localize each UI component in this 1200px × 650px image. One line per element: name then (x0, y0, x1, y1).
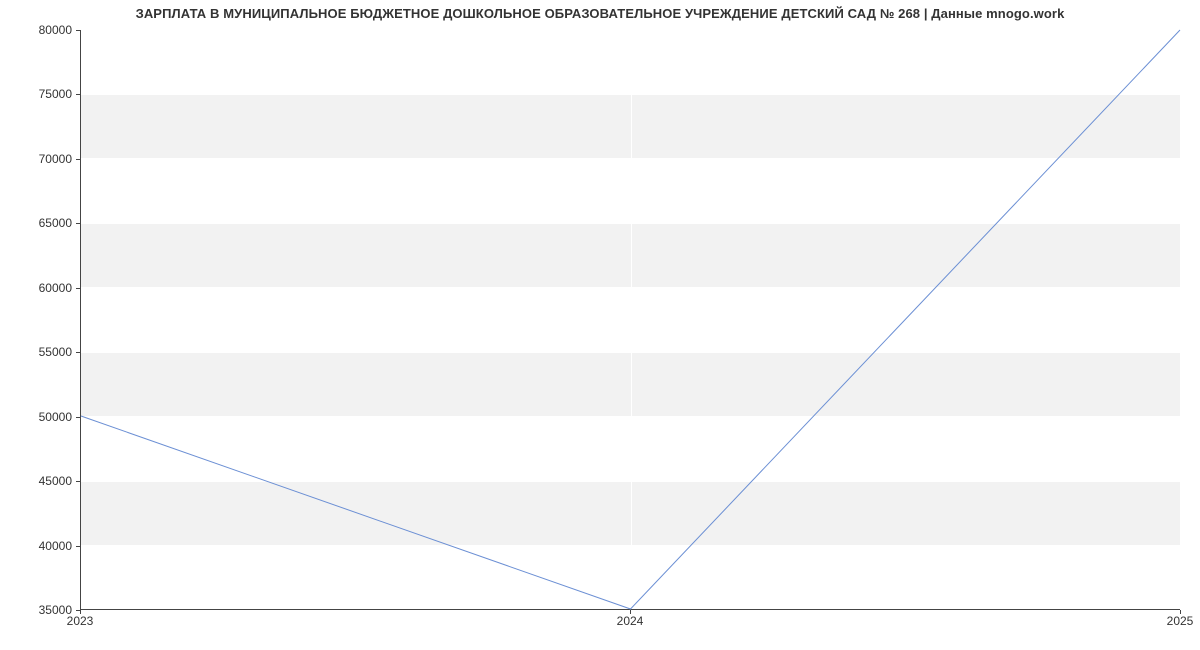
x-tick-mark (80, 610, 81, 614)
x-tick-label: 2025 (1167, 614, 1194, 628)
y-tick-label: 70000 (0, 152, 72, 166)
y-tick-label: 40000 (0, 539, 72, 553)
x-tick-mark (1180, 610, 1181, 614)
y-tick-label: 75000 (0, 87, 72, 101)
y-tick-label: 80000 (0, 23, 72, 37)
y-tick-label: 60000 (0, 281, 72, 295)
x-gridline (1181, 30, 1182, 609)
x-tick-mark (630, 610, 631, 614)
x-tick-label: 2023 (67, 614, 94, 628)
y-tick-label: 65000 (0, 216, 72, 230)
y-tick-label: 55000 (0, 345, 72, 359)
chart-title: ЗАРПЛАТА В МУНИЦИПАЛЬНОЕ БЮДЖЕТНОЕ ДОШКО… (0, 6, 1200, 21)
y-tick-label: 45000 (0, 474, 72, 488)
y-tick-label: 50000 (0, 410, 72, 424)
series-salary (81, 30, 1180, 609)
line-layer (81, 30, 1180, 609)
chart-container: ЗАРПЛАТА В МУНИЦИПАЛЬНОЕ БЮДЖЕТНОЕ ДОШКО… (0, 0, 1200, 650)
plot-area (80, 30, 1180, 610)
x-tick-label: 2024 (617, 614, 644, 628)
y-tick-label: 35000 (0, 603, 72, 617)
